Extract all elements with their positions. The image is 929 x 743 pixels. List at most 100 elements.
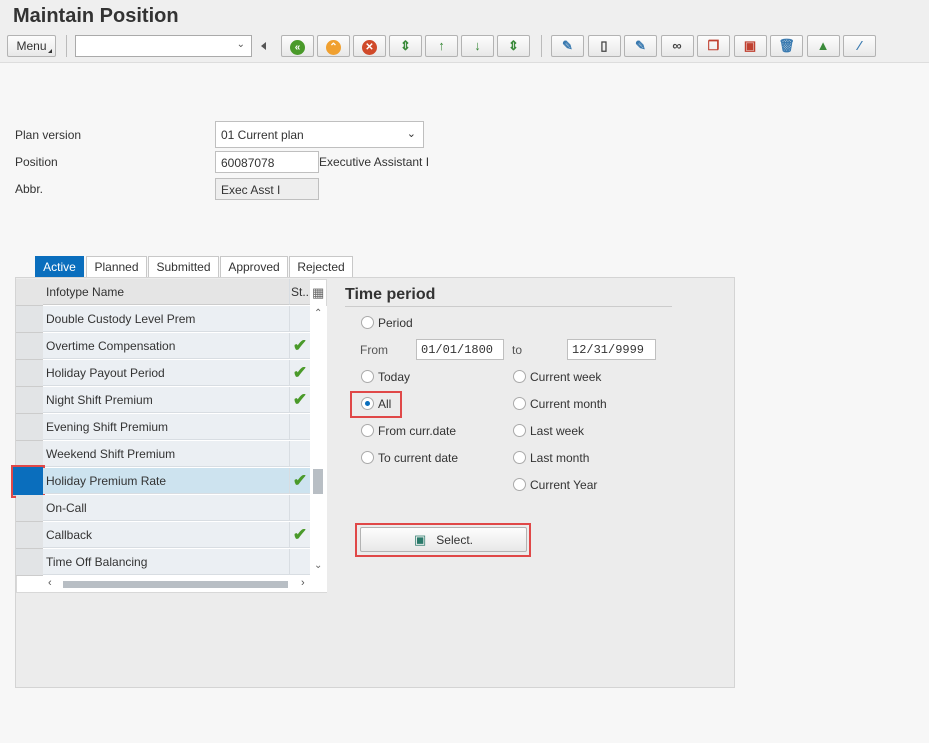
- column-header-name[interactable]: Infotype Name: [43, 279, 289, 305]
- last-week-radio[interactable]: [513, 424, 526, 437]
- cancel-button[interactable]: ✕: [353, 35, 386, 57]
- infotype-name: Time Off Balancing: [43, 549, 289, 575]
- plan-version-select[interactable]: 01 Current plan ⌄: [215, 121, 424, 148]
- status-check-icon: [289, 495, 310, 521]
- scroll-left-icon[interactable]: ‹: [48, 577, 52, 589]
- table-row[interactable]: Night Shift Premium ✔: [16, 387, 327, 414]
- table-row[interactable]: Holiday Payout Period ✔: [16, 360, 327, 387]
- highlight-box: [355, 523, 531, 557]
- table-row[interactable]: Holiday Premium Rate ✔: [11, 465, 327, 498]
- abbr-field: Exec Asst I: [215, 178, 319, 200]
- row-selector[interactable]: [16, 333, 43, 360]
- column-header-status[interactable]: St..: [289, 279, 310, 305]
- page-title: Maintain Position: [13, 5, 179, 27]
- change-icon: ✎: [635, 38, 646, 53]
- horizontal-scrollbar[interactable]: ‹ ›: [43, 577, 327, 592]
- option-label: To current date: [378, 451, 459, 465]
- row-selector[interactable]: [16, 360, 43, 387]
- current-week-radio[interactable]: [513, 370, 526, 383]
- tab-planned[interactable]: Planned: [86, 256, 147, 277]
- overview-button[interactable]: ✎: [551, 35, 584, 57]
- select-all-cell[interactable]: [16, 279, 43, 306]
- row-selector[interactable]: [16, 414, 43, 441]
- position-input[interactable]: 60087078: [215, 151, 319, 173]
- table-row[interactable]: Double Custody Level Prem: [16, 306, 327, 333]
- from-date-input[interactable]: 01/01/1800: [416, 339, 504, 360]
- from-label: From: [360, 343, 388, 357]
- highlight-box: [350, 391, 402, 418]
- chevron-down-icon: ⌄: [236, 39, 245, 50]
- infotype-name: Holiday Payout Period: [43, 360, 289, 386]
- table-row[interactable]: Weekend Shift Premium: [16, 441, 327, 468]
- row-selector[interactable]: [11, 465, 45, 498]
- row-selector[interactable]: [16, 495, 43, 522]
- overview-icon: ✎: [562, 38, 573, 53]
- command-field[interactable]: ⌄: [75, 35, 252, 57]
- exit-button[interactable]: ⌃: [317, 35, 350, 57]
- infotype-name: Holiday Premium Rate: [43, 468, 289, 494]
- back-button[interactable]: «: [281, 35, 314, 57]
- first-page-button[interactable]: ⇕: [389, 35, 422, 57]
- display-button[interactable]: ∞: [660, 35, 694, 57]
- status-check-icon: ✔: [289, 387, 310, 413]
- vertical-scrollbar[interactable]: ⌃ ⌄: [310, 306, 327, 577]
- table-header: Infotype Name St.. ▦: [16, 279, 327, 306]
- current-year-radio[interactable]: [513, 478, 526, 491]
- row-selector[interactable]: [16, 549, 43, 576]
- period-radio[interactable]: [361, 316, 374, 329]
- from-curr-date-radio[interactable]: [361, 424, 374, 437]
- wand-icon: ⁄: [858, 38, 861, 53]
- status-check-icon: ✔: [289, 360, 310, 386]
- last-month-radio[interactable]: [513, 451, 526, 464]
- create-button[interactable]: ▯: [587, 35, 621, 57]
- scroll-right-icon[interactable]: ›: [301, 577, 305, 589]
- change-button[interactable]: ✎: [624, 35, 657, 57]
- last-page-button[interactable]: ⇕: [497, 35, 530, 57]
- next-page-button[interactable]: ↓: [461, 35, 494, 57]
- status-check-icon: [289, 414, 310, 440]
- landscape-button[interactable]: ▲: [806, 35, 840, 57]
- table-row[interactable]: Callback ✔: [16, 522, 327, 549]
- toolbar-separator: [66, 35, 67, 57]
- wand-button[interactable]: ⁄: [843, 35, 876, 57]
- menu-button[interactable]: Menu: [7, 35, 56, 57]
- plan-version-label: Plan version: [15, 128, 82, 142]
- tab-active[interactable]: Active: [35, 256, 84, 277]
- today-radio[interactable]: [361, 370, 374, 383]
- landscape-icon: ▲: [816, 38, 830, 53]
- check-button[interactable]: ▣: [733, 35, 767, 57]
- collapse-arrow-icon[interactable]: [261, 42, 266, 50]
- scroll-thumb[interactable]: [63, 581, 288, 588]
- status-check-icon: ✔: [289, 333, 310, 359]
- current-month-radio[interactable]: [513, 397, 526, 410]
- option-label: Last month: [530, 451, 590, 465]
- to-date-input[interactable]: 12/31/9999: [567, 339, 656, 360]
- scroll-up-icon[interactable]: ⌃: [314, 308, 322, 319]
- column-settings-icon[interactable]: ▦: [312, 285, 324, 301]
- row-selector[interactable]: [16, 306, 43, 333]
- tab-approved[interactable]: Approved: [220, 256, 288, 277]
- cancel-icon: ✕: [362, 40, 377, 55]
- delete-button[interactable]: 🗑: [770, 35, 803, 57]
- table-row[interactable]: Overtime Compensation ✔: [16, 333, 327, 360]
- table-row[interactable]: Time Off Balancing: [16, 549, 327, 576]
- infotype-name: Double Custody Level Prem: [43, 306, 289, 332]
- tab-submitted[interactable]: Submitted: [148, 256, 219, 277]
- scroll-thumb[interactable]: [313, 469, 323, 494]
- table-row[interactable]: On-Call: [16, 495, 327, 522]
- plan-version-value: 01 Current plan: [221, 128, 304, 142]
- previous-page-button[interactable]: ↑: [425, 35, 458, 57]
- table-row[interactable]: Evening Shift Premium: [16, 414, 327, 441]
- abbr-label: Abbr.: [15, 182, 44, 196]
- tab-rejected[interactable]: Rejected: [289, 256, 353, 277]
- scroll-down-icon[interactable]: ⌄: [314, 560, 322, 571]
- copy-button[interactable]: ❐: [697, 35, 730, 57]
- infotype-name: On-Call: [43, 495, 289, 521]
- infotype-name: Weekend Shift Premium: [43, 441, 289, 467]
- row-selector[interactable]: [16, 387, 43, 414]
- exit-icon: ⌃: [326, 40, 341, 55]
- to-current-date-radio[interactable]: [361, 451, 374, 464]
- row-selector[interactable]: [16, 522, 43, 549]
- copy-icon: ❐: [707, 38, 720, 53]
- row-selector[interactable]: [16, 441, 43, 468]
